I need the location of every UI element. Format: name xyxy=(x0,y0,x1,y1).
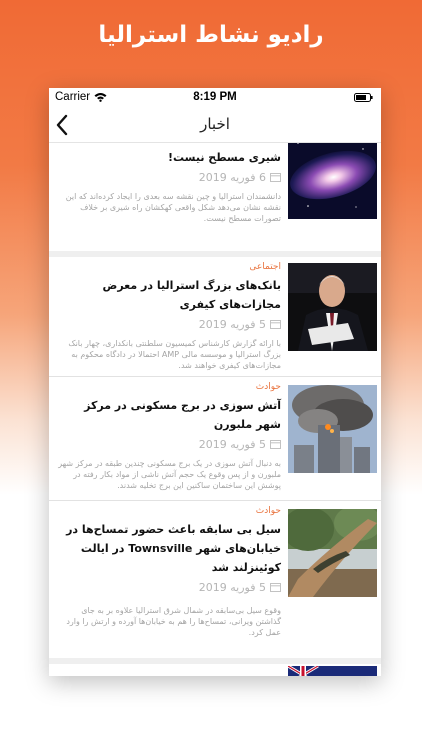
section-divider xyxy=(49,500,381,501)
galaxy-thumbnail xyxy=(288,143,377,219)
news-category: حوادث xyxy=(255,506,281,516)
news-category: حوادث xyxy=(255,382,281,392)
news-date-text: 5 فوریه 2019 xyxy=(198,581,266,594)
news-category: اجتماعی xyxy=(249,262,281,272)
news-item[interactable]: اجتماعی بانک‌های بزرگ استرالیا در معرض م… xyxy=(49,259,381,375)
promo-title: رادیو نشاط استرالیا xyxy=(98,22,324,48)
page-title: اخبار xyxy=(200,115,230,133)
news-item[interactable] xyxy=(49,664,381,676)
news-date: 6 فوریه 2019 xyxy=(57,171,281,185)
news-date-text: 5 فوریه 2019 xyxy=(198,318,266,331)
news-headline[interactable]: آتش سوزی در برج مسکونی در مرکز شهر ملبور… xyxy=(57,396,281,434)
news-feed[interactable]: شیری مسطح نیست! 6 فوریه 2019 دانشمندان ا… xyxy=(49,143,381,676)
news-item[interactable]: حوادث آتش سوزی در برج مسکونی در مرکز شهر… xyxy=(49,381,381,499)
news-date-text: 6 فوریه 2019 xyxy=(198,171,266,184)
status-bar: Carrier 8:19 PM xyxy=(49,88,381,108)
news-summary: به دنبال آتش سوزی در یک برج مسکونی چندین… xyxy=(58,459,281,490)
fire-thumbnail xyxy=(288,385,377,473)
navigation-bar: اخبار xyxy=(49,108,381,143)
news-summary: وقوع سیل بی‌سابقه در شمال شرق استرالیا ع… xyxy=(66,606,281,637)
news-headline[interactable]: سیل بی سابقه باعث حضور تمساح‌ها در خیابا… xyxy=(57,520,281,577)
battery-icon xyxy=(354,93,373,102)
news-headline[interactable]: بانک‌های بزرگ استرالیا در معرض مجازات‌ها… xyxy=(57,276,281,314)
news-headline[interactable]: شیری مسطح نیست! xyxy=(57,148,281,167)
section-divider xyxy=(49,376,381,377)
crocodile-thumbnail xyxy=(288,509,377,597)
news-summary: با ارائه گزارش کارشناس کمیسیون سلطنتی با… xyxy=(68,339,281,370)
calendar-icon xyxy=(270,440,281,449)
news-item[interactable]: شیری مسطح نیست! 6 فوریه 2019 دانشمندان ا… xyxy=(49,143,381,251)
section-divider xyxy=(49,251,381,257)
politician-thumbnail xyxy=(288,263,377,351)
calendar-icon xyxy=(270,583,281,592)
news-item[interactable]: حوادث سیل بی سابقه باعث حضور تمساح‌ها در… xyxy=(49,505,381,655)
news-summary: دانشمندان استرالیا و چین نقشه سه بعدی را… xyxy=(65,192,281,223)
calendar-icon xyxy=(270,173,281,182)
status-time: 8:19 PM xyxy=(193,91,237,103)
news-date: 5 فوریه 2019 xyxy=(57,581,281,595)
news-date: 5 فوریه 2019 xyxy=(57,438,281,452)
news-date: 5 فوریه 2019 xyxy=(57,318,281,332)
calendar-icon xyxy=(270,320,281,329)
news-date-text: 5 فوریه 2019 xyxy=(198,438,266,451)
phone-screen: Carrier 8:19 PM اخبار شیری مسطح نیست! 6 … xyxy=(49,88,381,676)
flag-thumbnail xyxy=(288,666,377,676)
